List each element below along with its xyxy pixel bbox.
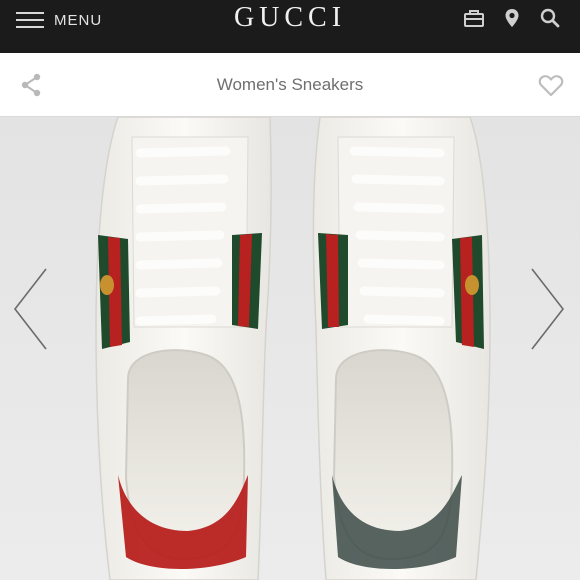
shopping-bag-icon[interactable]: [464, 7, 484, 29]
chevron-left-icon[interactable]: [12, 267, 48, 351]
product-gallery: [0, 117, 580, 580]
top-navigation-bar: MENU GUCCI: [0, 0, 580, 53]
heart-icon[interactable]: [538, 74, 564, 98]
left-sneaker: [95, 117, 272, 580]
chevron-right-icon[interactable]: [530, 267, 566, 351]
search-icon[interactable]: [540, 7, 560, 29]
sneakers-product-image[interactable]: [0, 117, 580, 580]
page-title: Women's Sneakers: [216, 75, 364, 94]
location-pin-icon[interactable]: [502, 7, 522, 29]
product-title-bar: Women's Sneakers: [0, 53, 580, 117]
right-sneaker: [312, 117, 491, 580]
